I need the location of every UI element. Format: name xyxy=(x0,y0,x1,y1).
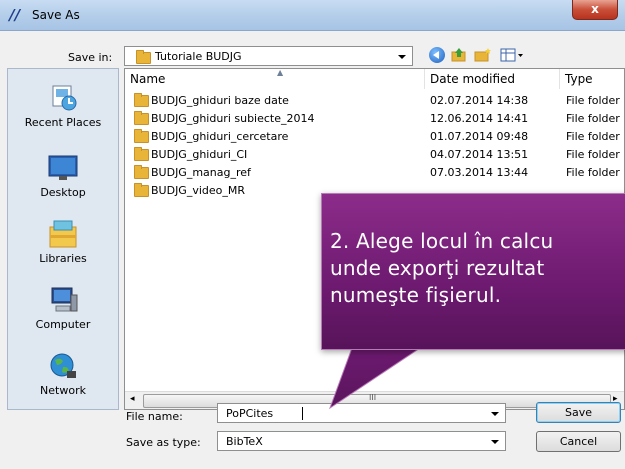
folder-icon xyxy=(134,111,149,125)
place-recent-places[interactable]: Recent Places xyxy=(8,83,118,129)
file-name: BUDJG_ghiduri_cercetare xyxy=(151,130,289,143)
file-name-label: File name: xyxy=(126,410,183,423)
file-date: 02.07.2014 14:38 xyxy=(430,94,529,107)
file-date: 12.06.2014 14:41 xyxy=(430,112,529,125)
file-date: 01.07.2014 09:48 xyxy=(430,130,529,143)
file-type: File folder xyxy=(566,166,620,179)
place-label: Libraries xyxy=(39,252,87,265)
place-libraries[interactable]: Libraries xyxy=(8,219,118,265)
folder-icon xyxy=(134,165,149,179)
place-label: Recent Places xyxy=(24,116,102,129)
folder-icon xyxy=(134,93,149,107)
save-in-dropdown[interactable]: Tutoriale BUDJG xyxy=(124,46,413,66)
computer-icon xyxy=(47,285,79,315)
cancel-button[interactable]: Cancel xyxy=(536,431,621,452)
file-name-value: PoPCites xyxy=(226,407,274,420)
folder-icon xyxy=(134,147,149,161)
chevron-down-icon xyxy=(398,55,406,59)
file-name: BUDJG_manag_ref xyxy=(151,166,251,179)
file-name: BUDJG_ghiduri baze date xyxy=(151,94,289,107)
place-network[interactable]: Network xyxy=(8,351,118,397)
folder-icon xyxy=(134,129,149,143)
places-bar: Recent Places Desktop Libraries Computer… xyxy=(7,68,119,410)
window-title: Save As xyxy=(32,8,80,22)
file-name: BUDJG_ghiduri subiecte_2014 xyxy=(151,112,315,125)
close-button[interactable]: x xyxy=(572,0,618,20)
place-label: Network xyxy=(40,384,86,397)
desktop-icon xyxy=(47,153,79,183)
list-item[interactable]: BUDJG_ghiduri baze date 02.07.2014 14:38… xyxy=(125,92,624,109)
file-type: File folder xyxy=(566,148,620,161)
chevron-down-icon xyxy=(491,440,499,444)
back-icon[interactable] xyxy=(429,47,445,63)
place-label: Computer xyxy=(35,318,91,331)
instruction-callout: 2. Alege locul în calcu unde exporţi rez… xyxy=(321,193,625,350)
column-header-date[interactable]: Date modified xyxy=(425,69,560,89)
network-icon xyxy=(47,351,79,381)
up-folder-icon[interactable] xyxy=(451,47,467,63)
file-type: File folder xyxy=(566,112,620,125)
file-type: File folder xyxy=(566,130,620,143)
app-icon: // xyxy=(9,6,20,24)
view-menu-icon[interactable] xyxy=(500,47,523,63)
save-in-label: Save in: xyxy=(68,51,113,64)
folder-icon xyxy=(136,50,151,64)
callout-text: 2. Alege locul în calcu unde exporţi rez… xyxy=(330,229,554,307)
file-name: BUDJG_ghiduri_CI xyxy=(151,148,248,161)
place-desktop[interactable]: Desktop xyxy=(8,153,118,199)
file-date: 07.03.2014 13:44 xyxy=(430,166,529,179)
save-type-value: BibTeX xyxy=(226,435,263,448)
scroll-left-icon[interactable]: ◂ xyxy=(130,394,135,404)
sort-up-icon: ▲ xyxy=(277,68,284,77)
column-header-label: Name xyxy=(130,72,166,86)
file-name-input[interactable]: PoPCites xyxy=(217,403,506,423)
scroll-grip-icon: III xyxy=(369,393,377,402)
save-type-label: Save as type: xyxy=(126,436,201,449)
list-item[interactable]: BUDJG_ghiduri subiecte_2014 12.06.2014 1… xyxy=(125,110,624,127)
chevron-down-icon xyxy=(491,412,499,416)
file-date: 04.07.2014 13:51 xyxy=(430,148,529,161)
new-folder-icon[interactable] xyxy=(474,47,491,63)
recent-places-icon xyxy=(47,83,79,113)
file-type: File folder xyxy=(566,94,620,107)
save-button[interactable]: Save xyxy=(536,402,621,423)
folder-icon xyxy=(134,183,149,197)
save-in-value: Tutoriale BUDJG xyxy=(155,50,242,63)
list-item[interactable]: BUDJG_ghiduri_cercetare 01.07.2014 09:48… xyxy=(125,128,624,145)
column-header-type[interactable]: Type xyxy=(560,69,624,89)
text-cursor xyxy=(302,407,303,420)
libraries-icon xyxy=(47,219,79,249)
list-item[interactable]: BUDJG_manag_ref 07.03.2014 13:44 File fo… xyxy=(125,164,624,181)
file-name: BUDJG_video_MR xyxy=(151,184,246,197)
list-item[interactable]: BUDJG_ghiduri_CI 04.07.2014 13:51 File f… xyxy=(125,146,624,163)
title-bar: // Save As x xyxy=(0,0,625,31)
save-type-dropdown[interactable]: BibTeX xyxy=(217,431,506,451)
place-computer[interactable]: Computer xyxy=(8,285,118,331)
place-label: Desktop xyxy=(40,186,86,199)
column-header-name[interactable]: Name ▲ xyxy=(125,69,425,89)
